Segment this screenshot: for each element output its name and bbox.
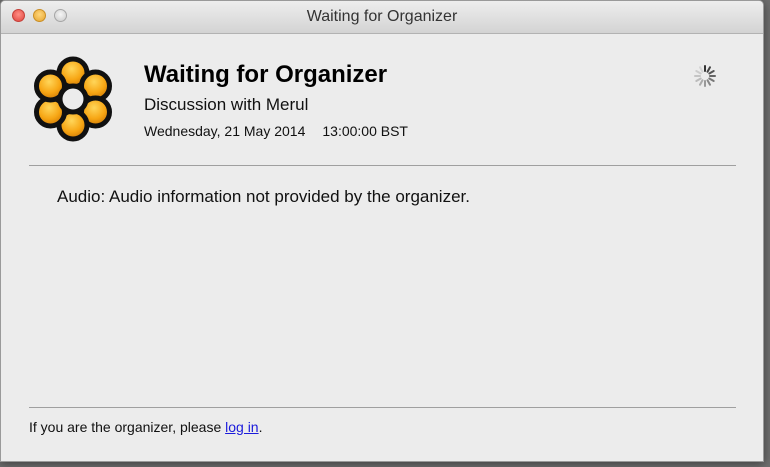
- audio-info-text: Audio: Audio information not provided by…: [57, 187, 470, 206]
- header-divider: [29, 165, 736, 166]
- organizer-login-prompt: If you are the organizer, please log in.: [29, 419, 262, 435]
- meeting-status-heading: Waiting for Organizer: [144, 61, 388, 88]
- meeting-subject: Discussion with Merul: [144, 95, 309, 114]
- login-prompt-suffix: .: [258, 419, 263, 435]
- waiting-for-organizer-window: Waiting for Organizer Waiting for Organi…: [0, 0, 764, 462]
- meeting-time: 13:00:00 BST: [322, 123, 408, 139]
- log-in-link[interactable]: log in: [225, 419, 258, 435]
- footer-divider: [29, 407, 736, 408]
- loading-spinner-icon: [694, 65, 716, 87]
- login-prompt-prefix: If you are the organizer, please: [29, 419, 226, 435]
- gotomeeting-flower-logo-icon: [34, 56, 112, 142]
- window-title: Waiting for Organizer: [306, 8, 458, 25]
- title-bar[interactable]: Waiting for Organizer: [1, 1, 763, 34]
- meeting-datetime: Wednesday, 21 May 2014 13:00:00 BST: [144, 123, 408, 139]
- meeting-date: Wednesday, 21 May 2014: [144, 123, 306, 139]
